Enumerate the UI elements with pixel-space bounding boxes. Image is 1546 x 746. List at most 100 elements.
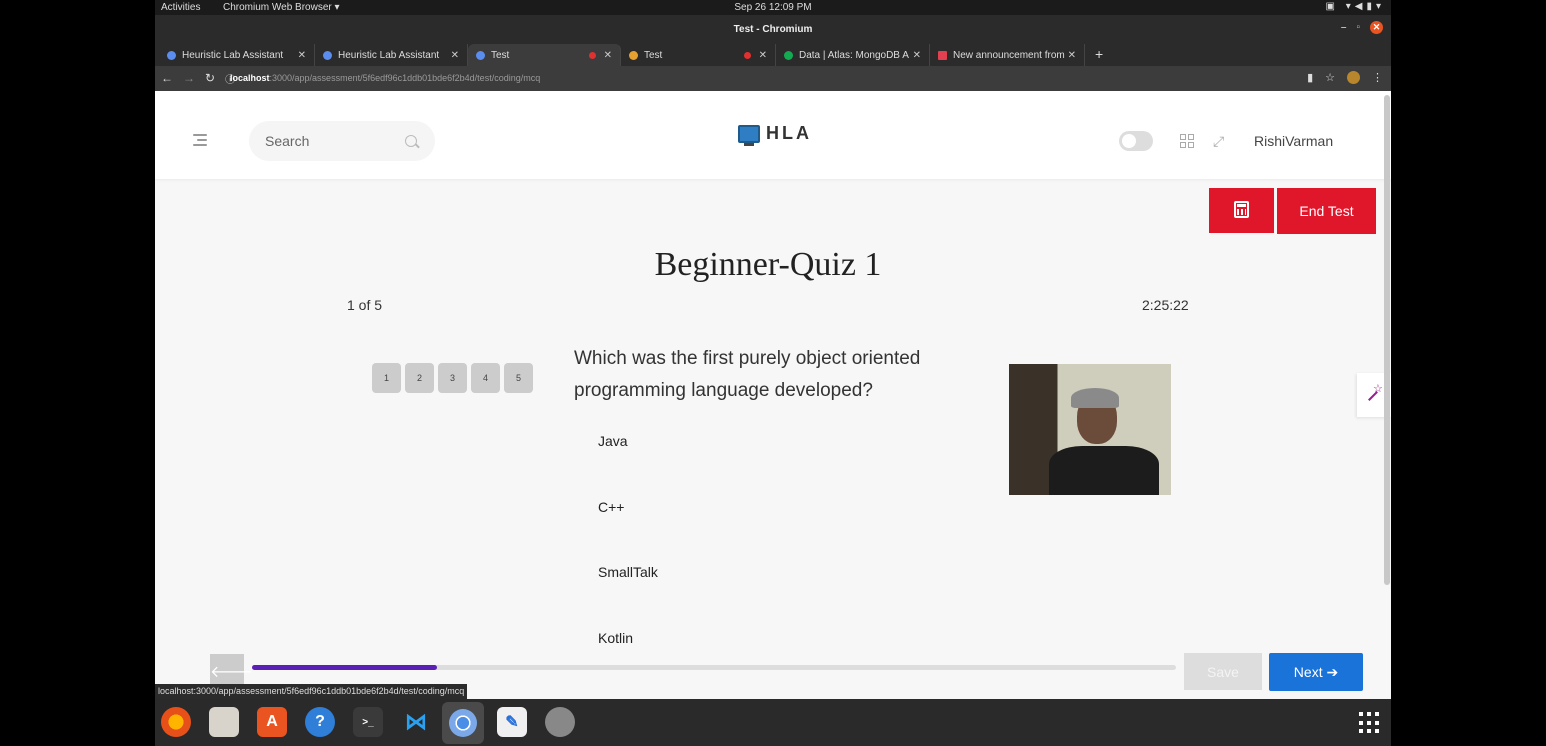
question-navigator: 1 2 3 4 5 [372,363,533,393]
quiz-title: Beginner-Quiz 1 [654,246,882,283]
window-title-bar: Test - Chromium – ▫ ✕ [155,15,1391,42]
new-tab-icon[interactable]: + [1095,46,1103,62]
tab-heuristic-lab-2[interactable]: Heuristic Lab Assistant ✕ [315,44,468,66]
tab-favicon-icon [476,50,485,60]
search-icon[interactable] [405,135,417,147]
text-editor-icon[interactable]: ✎ [497,707,527,737]
browser-menu-icon[interactable]: ⋮ [1372,71,1383,84]
tab-close-icon[interactable]: ✕ [298,50,306,61]
previous-button[interactable]: 🡐 [210,654,253,688]
files-icon[interactable] [209,707,239,737]
tab-close-icon[interactable]: ✕ [1068,50,1076,61]
question-nav-button-2[interactable]: 2 [405,363,434,393]
question-nav-button-4[interactable]: 4 [471,363,500,393]
quiz-progress-fill [252,665,437,670]
window-title: Test - Chromium [733,24,813,35]
tab-favicon-icon [167,50,176,60]
forward-icon[interactable]: → [183,71,195,86]
fullscreen-icon[interactable]: ⤢ [1213,134,1227,148]
next-button[interactable]: Next ➔ [1269,653,1363,691]
tab-favicon-icon [938,50,947,60]
tab-mongodb-atlas[interactable]: Data | Atlas: MongoDB A ✕ [776,44,930,66]
save-button[interactable]: Save [1184,653,1262,690]
link-status-bubble: localhost:3000/app/assessment/5f6edf96c1… [155,684,468,699]
maximize-icon[interactable]: ▫ [1356,22,1360,33]
page-scrollbar[interactable] [1384,95,1390,585]
camera-icon: ▣ [1325,1,1339,12]
software-icon[interactable]: A [257,707,287,737]
tab-close-icon[interactable]: ✕ [913,50,921,61]
tab-label: New announcement from [953,49,1065,61]
battery-icon: ▮ [1366,1,1376,12]
wifi-icon: ▾ [1345,1,1355,12]
calculator-icon [1234,200,1249,218]
volume-icon: ◀ [1354,1,1367,12]
quiz-progress-bar [252,665,1176,670]
clock[interactable]: Sep 26 12:09 PM [155,2,1391,13]
tab-favicon-icon [629,50,638,60]
answer-option-kotlin[interactable]: Kotlin [598,630,633,646]
ubuntu-dock: A ? >_ ⋈ ✎ [155,699,1391,746]
reload-icon[interactable]: ↻ [205,71,215,86]
tab-favicon-icon [323,50,332,60]
chromium-icon[interactable] [442,702,484,744]
show-applications-icon[interactable] [1359,712,1381,734]
tab-favicon-icon [784,50,793,60]
disk-icon[interactable] [545,707,575,737]
hla-logo[interactable]: HLA [738,123,812,146]
extension-icon[interactable]: ▮ [1307,71,1313,84]
tab-label: Test [644,49,663,61]
question-text: Which was the first purely object orient… [574,348,921,401]
terminal-icon[interactable]: >_ [353,707,383,737]
end-test-button[interactable]: End Test [1277,188,1376,234]
tab-test[interactable]: Test ✕ [621,44,776,66]
tab-close-icon[interactable]: ✕ [451,50,459,61]
webcam-preview [1009,364,1171,495]
desktop-screen: Activities Chromium Web Browser ▾ Sep 26… [155,0,1391,746]
web-page: HLA ⤢ RishiVarman End Test Beginner-Quiz… [155,91,1391,699]
back-icon[interactable]: ← [161,71,173,86]
help-icon[interactable]: ? [305,707,335,737]
app-header: HLA ⤢ RishiVarman [155,91,1391,179]
browser-tab-strip: Heuristic Lab Assistant ✕ Heuristic Lab … [155,42,1391,66]
answer-option-cpp[interactable]: C++ [598,499,624,515]
question-nav-button-5[interactable]: 5 [504,363,533,393]
tab-close-icon[interactable]: ✕ [759,50,767,61]
tab-label: Heuristic Lab Assistant [338,49,440,61]
tab-test-active[interactable]: Test ✕ [468,44,621,66]
tab-label: Data | Atlas: MongoDB A [799,49,909,61]
system-tray[interactable]: ▣ ▾◀▮▾ [1325,1,1385,12]
tab-label: Test [491,49,510,61]
magic-wand-icon [1366,382,1383,402]
calculator-button[interactable] [1209,188,1274,233]
bookmark-star-icon[interactable]: ☆ [1325,71,1335,84]
search-box [249,121,435,161]
url-field[interactable]: localhost:3000/app/assessment/5f6edf96c1… [230,73,540,83]
close-window-icon[interactable]: ✕ [1370,21,1383,34]
user-name[interactable]: RishiVarman [1254,133,1333,149]
answer-option-smalltalk[interactable]: SmallTalk [598,564,658,580]
recording-indicator-icon [588,51,596,59]
tab-label: Heuristic Lab Assistant [182,49,284,61]
profile-avatar[interactable] [1347,71,1360,84]
question-progress-text: 1 of 5 [347,297,383,313]
question-nav-button-3[interactable]: 3 [438,363,467,393]
theme-toggle[interactable] [1119,131,1153,151]
countdown-timer: 2:25:22 [1142,297,1189,313]
address-bar: ← → ↻ ⓘ localhost:3000/app/assessment/5f… [155,66,1391,91]
firefox-icon[interactable] [161,707,191,737]
minimize-icon[interactable]: – [1341,22,1347,33]
tab-close-icon[interactable]: ✕ [604,50,612,61]
logo-text: HLA [766,123,812,143]
question-nav-button-1[interactable]: 1 [372,363,401,393]
menu-toggle-icon[interactable] [193,134,211,148]
vscode-icon[interactable]: ⋈ [401,707,431,737]
apps-grid-icon[interactable] [1180,134,1194,148]
tab-announcement[interactable]: New announcement from ✕ [930,44,1085,66]
system-top-bar: Activities Chromium Web Browser ▾ Sep 26… [155,0,1391,15]
tab-heuristic-lab-1[interactable]: Heuristic Lab Assistant ✕ [159,44,315,66]
monitor-logo-icon [738,124,760,146]
recording-indicator-icon [743,51,751,59]
answer-option-java[interactable]: Java [598,433,628,449]
chevron-down-icon: ▾ [1375,1,1385,12]
